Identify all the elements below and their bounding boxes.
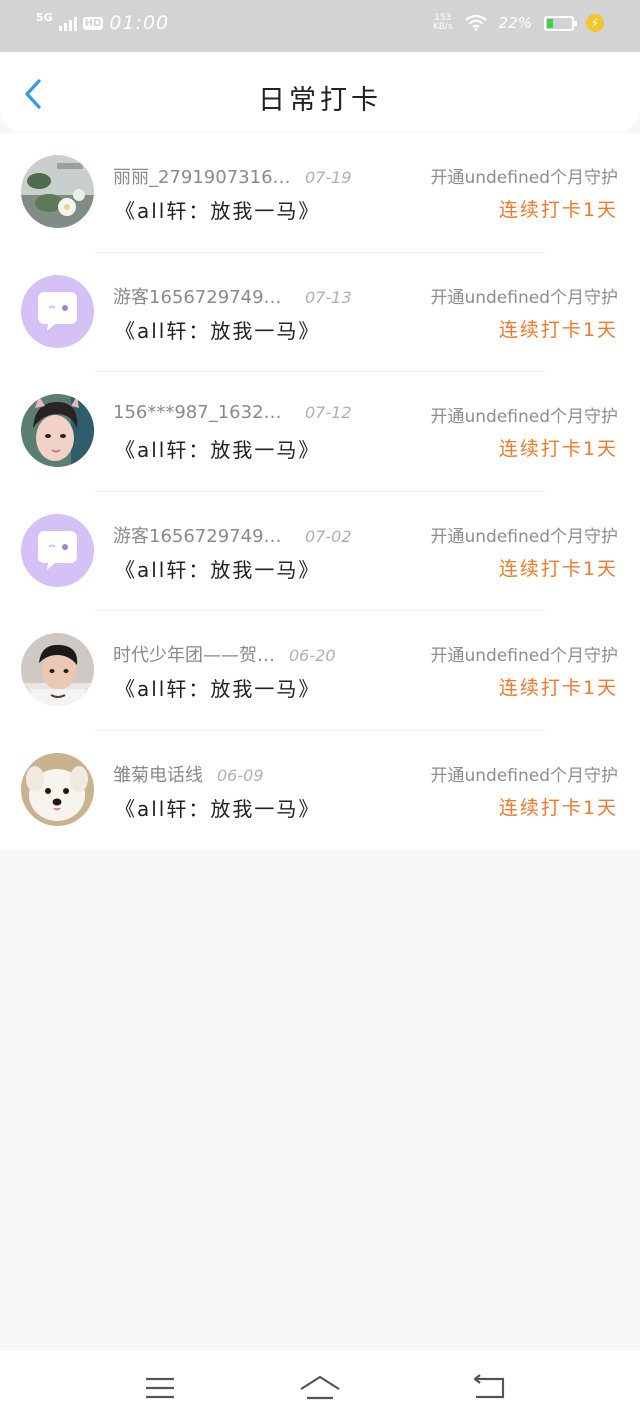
streak-text: 连续打卡1天 [498, 557, 618, 580]
page-title: 日常打卡 [258, 85, 382, 116]
book-title[interactable]: 《all轩：放我一马》 [115, 793, 320, 822]
row-top: 游客16567297494… 07-02 [113, 522, 352, 548]
charging-icon: ⚡ [586, 14, 604, 32]
network-speed: 153 KB/s [433, 14, 453, 32]
row-top: 游客16567297494… 07-13 [113, 283, 352, 309]
row-top: 雏菊电话线 06-09 [113, 761, 264, 787]
list-item[interactable]: 游客16567297494… 07-02 《all轩：放我一马》 开通undef… [0, 492, 640, 612]
status-left: 5G HD 01:00 [36, 10, 170, 35]
list-item[interactable]: 游客16567297494… 07-13 《all轩：放我一马》 开通undef… [0, 253, 640, 373]
signal-icon [58, 15, 77, 31]
list-item[interactable]: 时代少年团——贺… 06-20 《all轩：放我一马》 开通undefined个… [0, 611, 640, 731]
checkin-date: 07-02 [305, 526, 352, 546]
battery-fill [547, 18, 553, 28]
menu-icon [146, 1377, 174, 1399]
list-item[interactable]: 丽丽_27919073162… 07-19 《all轩：放我一马》 开通unde… [0, 133, 640, 253]
user-name[interactable]: 雏菊电话线 [113, 761, 203, 787]
book-title[interactable]: 《all轩：放我一马》 [115, 315, 320, 344]
guard-text: 开通undefined个月守护 [430, 526, 618, 547]
streak-text: 连续打卡1天 [498, 438, 618, 460]
default-chat-avatar[interactable] [21, 513, 94, 587]
battery-icon [544, 15, 577, 31]
guard-text: 开通undefined个月守护 [430, 765, 618, 786]
status-right: 153 KB/s 22% ⚡ [433, 14, 604, 32]
checkin-date: 06-20 [289, 646, 336, 665]
user-name[interactable]: 丽丽_27919073162… [113, 163, 291, 189]
home-button[interactable] [299, 1373, 341, 1403]
home-icon [300, 1375, 340, 1400]
checkin-date: 07-13 [305, 287, 352, 307]
row-top: 时代少年团——贺… 06-20 [113, 641, 336, 667]
header: 日常打卡 [0, 52, 640, 132]
checkin-date: 07-19 [305, 168, 352, 187]
streak-text: 连续打卡1天 [498, 318, 618, 341]
streak-text: 连续打卡1天 [498, 677, 618, 699]
row-top: 丽丽_27919073162… 07-19 [113, 163, 352, 189]
book-title[interactable]: 《all轩：放我一马》 [115, 434, 320, 463]
guard-text: 开通undefined个月守护 [430, 168, 618, 188]
user-name[interactable]: 游客16567297494… [113, 522, 291, 548]
wifi-icon [464, 15, 487, 31]
battery-percent: 22% [498, 14, 532, 32]
default-chat-avatar[interactable] [21, 274, 94, 348]
book-title[interactable]: 《all轩：放我一马》 [115, 195, 320, 224]
boy-portrait-avatar[interactable] [21, 394, 94, 467]
guard-text: 开通undefined个月守护 [430, 407, 618, 427]
back-icon [473, 1374, 505, 1399]
system-back-button[interactable] [472, 1373, 506, 1403]
guard-text: 开通undefined个月守护 [430, 646, 618, 666]
user-name[interactable]: 游客16567297494… [113, 283, 291, 309]
dog-photo-avatar[interactable] [21, 752, 94, 826]
menu-button[interactable] [143, 1373, 177, 1403]
checkin-list: 丽丽_27919073162… 07-19 《all轩：放我一马》 开通unde… [0, 133, 640, 850]
guard-text: 开通undefined个月守护 [430, 287, 618, 308]
system-nav-bar [0, 1351, 640, 1427]
status-bar: 5G HD 01:00 153 KB/s 22% ⚡ [0, 0, 640, 52]
user-name[interactable]: 156***987_163296… [113, 402, 291, 423]
hd-badge: HD [82, 16, 104, 30]
clock: 01:00 [109, 12, 170, 34]
row-top: 156***987_163296… 07-12 [113, 402, 352, 423]
boy-photo-avatar[interactable] [21, 633, 94, 706]
flower-photo-avatar[interactable] [21, 155, 94, 228]
streak-text: 连续打卡1天 [498, 796, 618, 819]
book-title[interactable]: 《all轩：放我一马》 [115, 554, 320, 583]
list-item[interactable]: 雏菊电话线 06-09 《all轩：放我一马》 开通undefined个月守护 … [0, 731, 640, 851]
list-item[interactable]: 156***987_163296… 07-12 《all轩：放我一马》 开通un… [0, 372, 640, 492]
speed-unit: KB/s [432, 22, 453, 32]
streak-text: 连续打卡1天 [498, 199, 618, 221]
checkin-date: 07-12 [305, 403, 352, 422]
user-name[interactable]: 时代少年团——贺… [113, 641, 275, 667]
network-type: 5G [36, 10, 53, 24]
checkin-date: 06-09 [217, 765, 264, 785]
book-title[interactable]: 《all轩：放我一马》 [115, 673, 320, 702]
